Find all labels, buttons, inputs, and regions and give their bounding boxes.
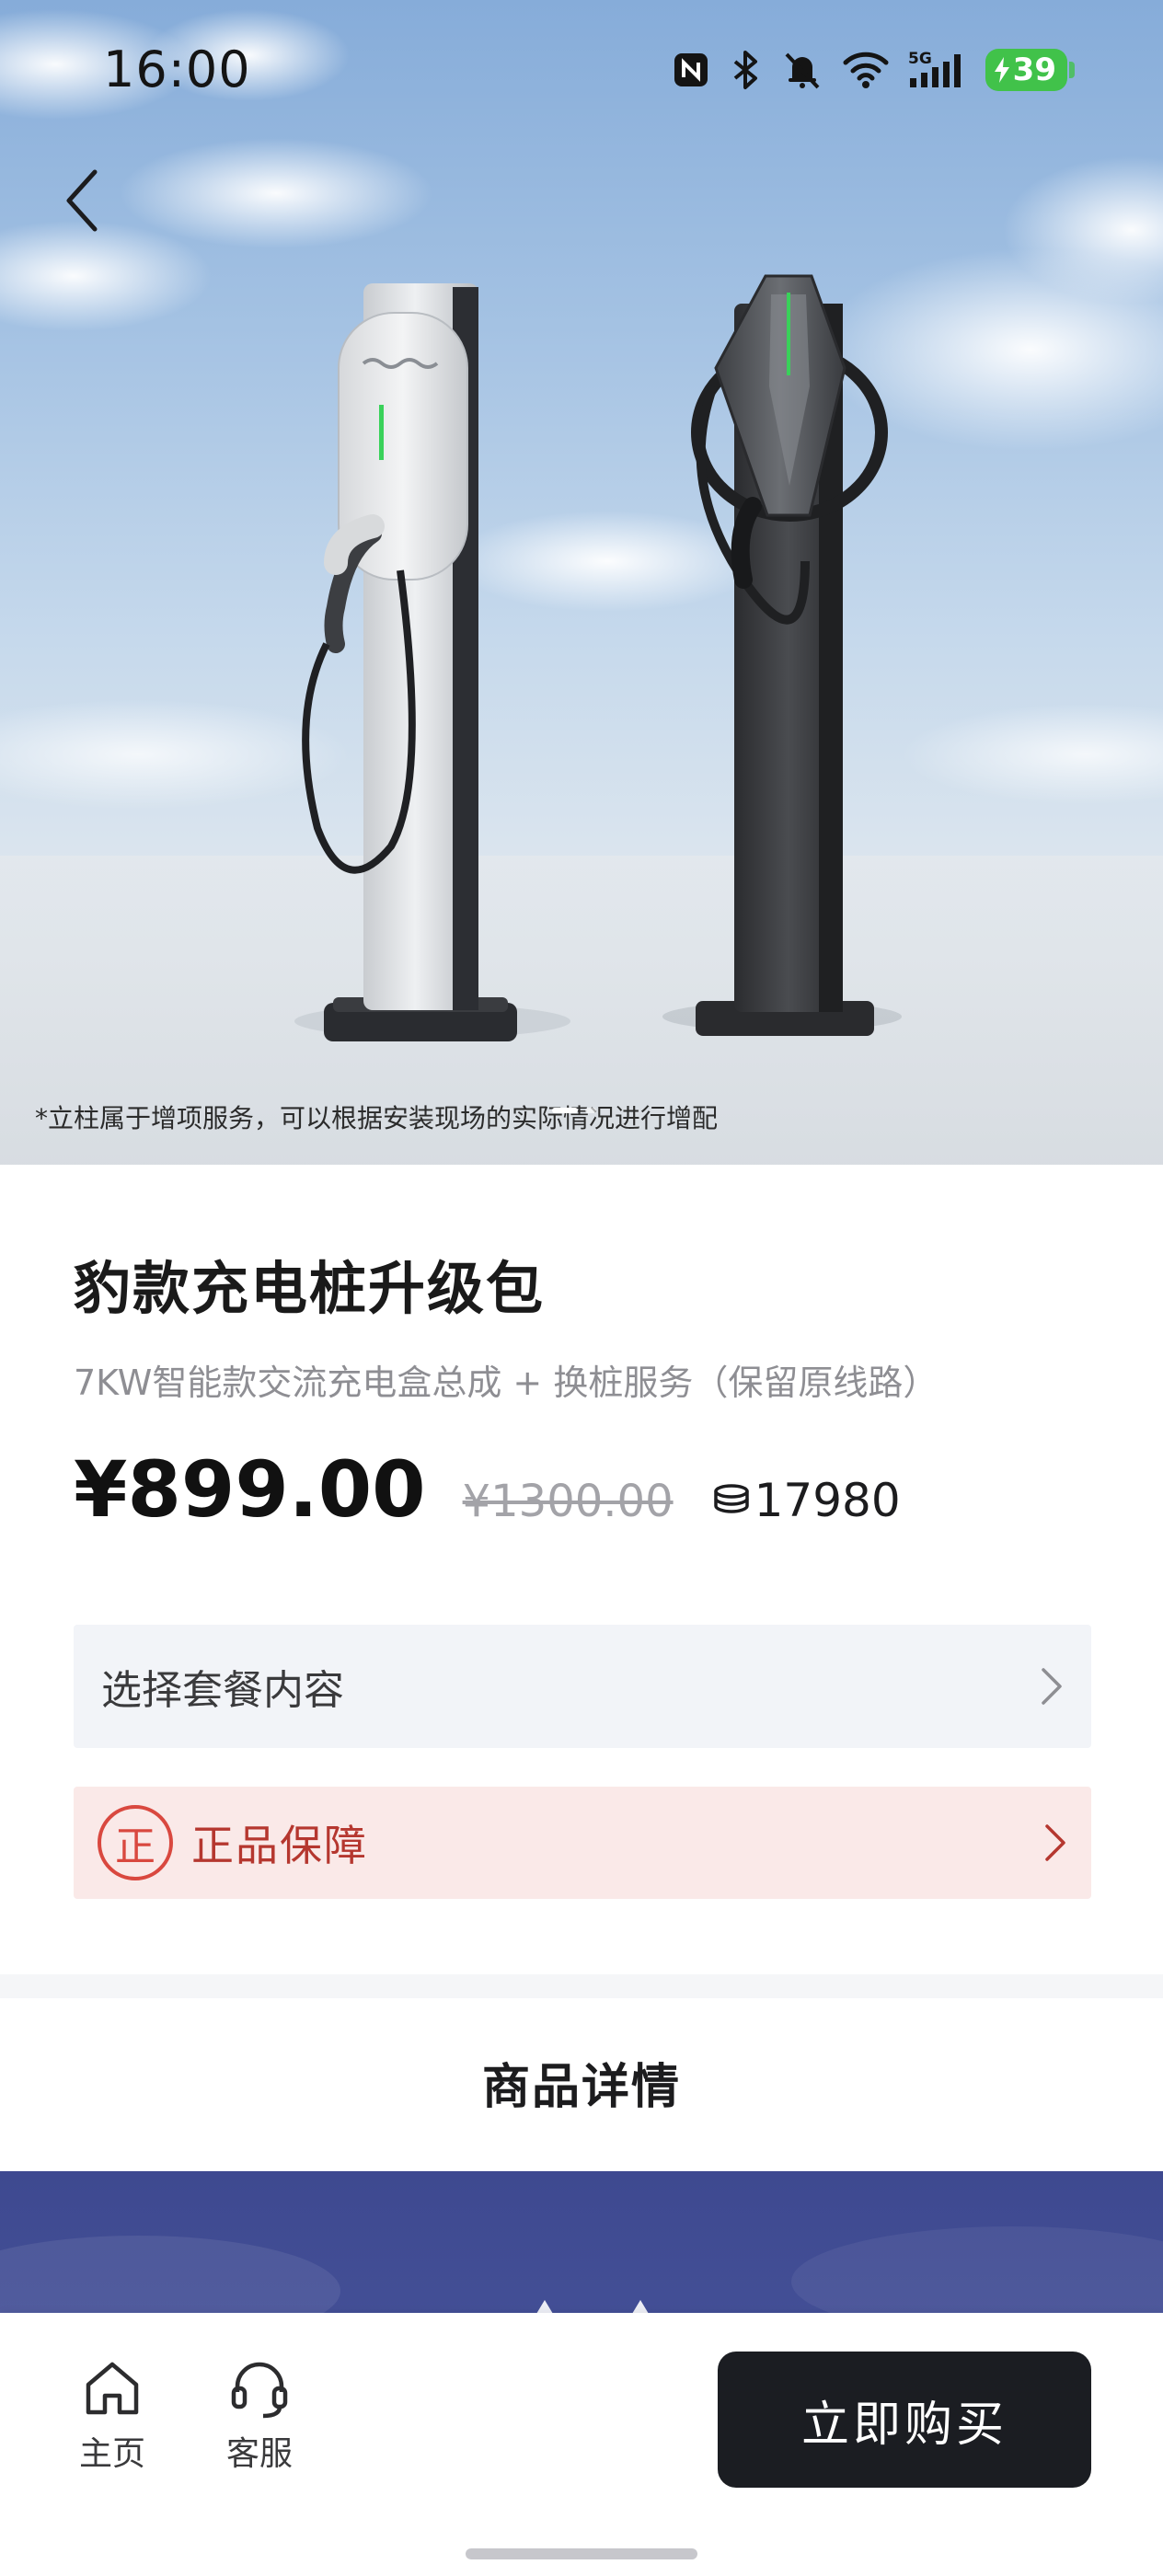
home-indicator[interactable] — [466, 2548, 697, 2559]
bluetooth-icon — [730, 49, 763, 91]
hero-note: *立柱属于增项服务，可以根据安装现场的实际情况进行增配 — [35, 1103, 719, 1133]
nfc-icon — [671, 50, 711, 90]
customer-service-label: 客服 — [225, 2435, 293, 2473]
signal-icon: 5G — [908, 49, 967, 91]
product-image-carousel[interactable]: 16:00 5G 39 *立柱属于增项服务，可以根据安装现场的实际情况进行增配 — [0, 0, 1163, 1165]
detail-image — [0, 2226, 1163, 2318]
network-type: 5G — [908, 50, 932, 68]
package-select-label: 选择套餐内容 — [101, 1667, 344, 1714]
product-title: 豹款充电桩升级包 — [74, 1255, 546, 1322]
bottom-action-bar: 主页 客服 立即购买 — [0, 2313, 1163, 2576]
original-price: ¥1300.00 — [462, 1476, 674, 1527]
chevron-right-icon — [1045, 1824, 1065, 1861]
chevron-right-icon — [1042, 1668, 1062, 1705]
home-nav-label: 主页 — [78, 2435, 145, 2473]
status-icons: 5G 39 — [671, 44, 1075, 96]
chevron-left-icon — [66, 169, 98, 232]
headset-icon — [231, 2362, 288, 2419]
coin-stack-icon — [713, 1484, 749, 1513]
home-nav-button[interactable]: 主页 — [57, 2357, 167, 2475]
points-value: 17980 — [754, 1474, 901, 1527]
carousel-indicator — [552, 1108, 596, 1113]
buy-now-button[interactable]: 立即购买 — [718, 2352, 1091, 2488]
charging-bolt-icon — [994, 57, 1009, 83]
wifi-icon — [842, 50, 890, 90]
customer-service-button[interactable]: 客服 — [204, 2357, 315, 2475]
product-photo — [0, 9, 1163, 1165]
product-subtitle: 7KW智能款交流充电盒总成 + 换桩服务（保留原线路） — [74, 1363, 938, 1403]
authentic-guarantee-row[interactable]: 正 正品保障 — [74, 1787, 1091, 1899]
section-divider — [0, 1974, 1163, 1998]
status-time: 16:00 — [103, 40, 251, 98]
current-price: ¥899.00 — [74, 1444, 426, 1535]
details-heading: 商品详情 — [481, 2060, 681, 2115]
authentic-badge-icon: 正 — [98, 1805, 173, 1880]
detail-image-banner — [0, 2171, 1163, 2318]
points-price: 17980 — [712, 1474, 901, 1527]
package-select-row[interactable]: 选择套餐内容 — [74, 1625, 1091, 1748]
mute-bell-icon — [781, 49, 823, 91]
back-button[interactable] — [50, 164, 114, 237]
price-row: ¥899.00 ¥1300.00 17980 — [74, 1444, 901, 1536]
battery-charging-icon: 39 — [985, 49, 1075, 91]
guarantee-label: 正品保障 — [191, 1821, 368, 1870]
carousel-dot — [552, 1108, 578, 1113]
home-icon — [86, 2362, 139, 2415]
battery-level: 39 — [1012, 52, 1056, 88]
carousel-dot — [585, 1108, 596, 1113]
